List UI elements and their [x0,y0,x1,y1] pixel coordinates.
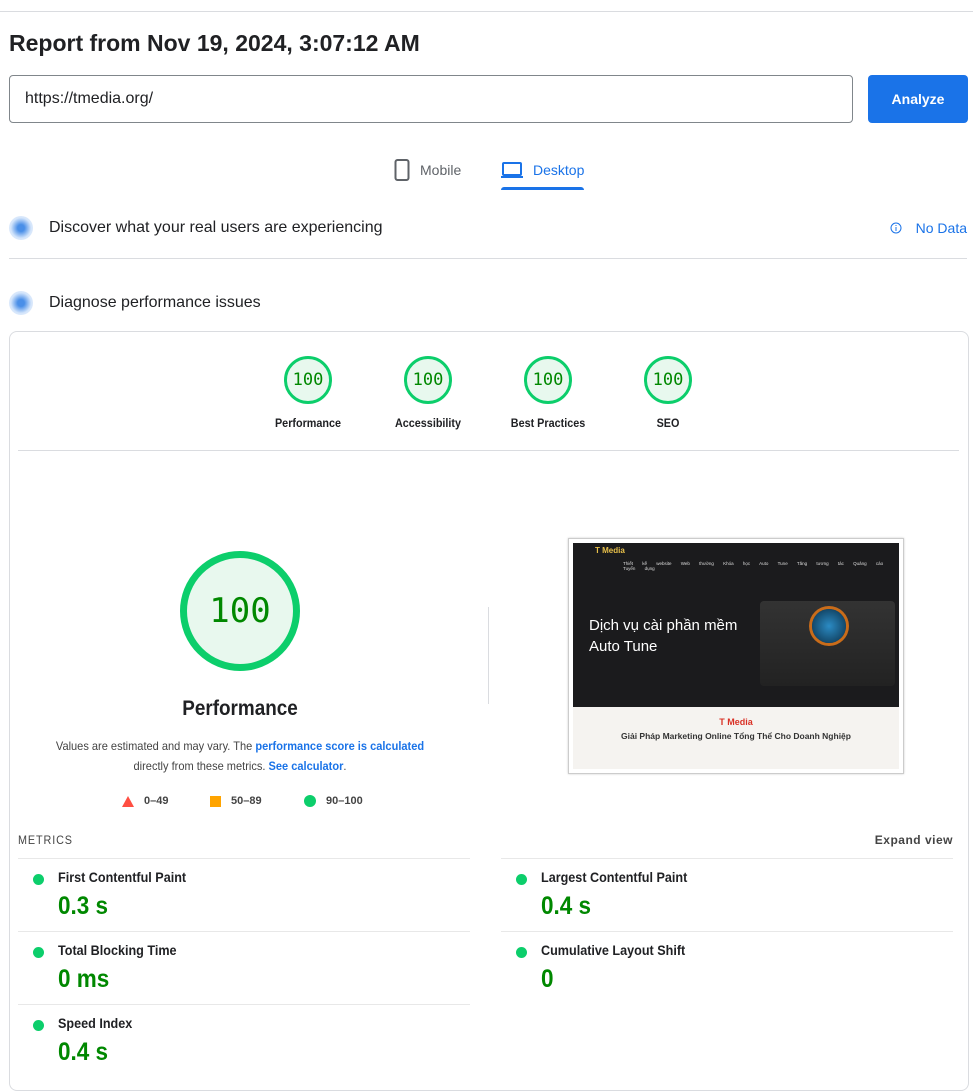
gauge-value: 100 [524,356,572,404]
tab-desktop[interactable]: Desktop [501,150,585,190]
pass-icon [516,947,527,958]
field-data-section[interactable]: Discover what your real users are experi… [9,216,382,240]
pass-icon [33,874,44,885]
performance-score-gauge: 100 [180,551,300,671]
legend-range: 0–49 [144,795,169,807]
legend-average: 50–89 [210,795,262,807]
gauge-label: Accessibility [394,416,462,430]
diagnose-icon [9,291,33,315]
metric-name: Speed Index [58,1015,133,1031]
metric-value: 0.4 s [541,892,592,920]
legend-range: 90–100 [326,795,363,807]
metric-name: Cumulative Layout Shift [541,942,686,958]
pass-icon [33,1020,44,1031]
score-calculated-link[interactable]: performance score is calculated [255,739,424,753]
no-data-status[interactable]: No Data [890,220,967,236]
expand-view-toggle[interactable]: Expand view [875,833,953,847]
metric-cls: Cumulative Layout Shift 0 [501,931,953,1004]
gauge-value: 100 [404,356,452,404]
metric-tbt: Total Blocking Time 0 ms [18,931,470,1004]
metric-value: 0 ms [58,965,110,993]
tab-label: Desktop [533,162,585,178]
gauge-value: 100 [284,356,332,404]
metric-lcp: Largest Contentful Paint 0.4 s [501,858,953,931]
square-icon [210,795,221,807]
score-gauge-accessibility[interactable]: 100 Accessibility [378,356,478,430]
metric-si: Speed Index 0.4 s [18,1004,470,1077]
score-gauge-performance[interactable]: 100 Performance [258,356,358,430]
performance-label: Performance [182,697,298,720]
note-text: directly from these metrics. [133,759,269,773]
info-icon [890,222,902,234]
score-note: Values are estimated and may vary. The p… [47,736,433,776]
screenshot-logo: T Media [595,546,625,555]
see-calculator-link[interactable]: See calculator [269,759,344,773]
gauge-label: SEO [656,416,680,430]
url-input[interactable] [9,75,853,123]
laptop-icon [501,162,523,178]
screenshot-nav: Thiết kế website Web thường Khóa học Aut… [623,561,884,571]
tab-mobile[interactable]: Mobile [394,150,461,190]
metrics-heading: METRICS [18,833,73,847]
gauge-label: Best Practices [510,416,586,430]
pass-icon [33,947,44,958]
page-screenshot[interactable]: T Media Thiết kế website Web thường Khóa… [568,538,904,774]
metric-name: Total Blocking Time [58,942,177,958]
lab-data-section: Diagnose performance issues [9,291,261,315]
score-gauge-seo[interactable]: 100 SEO [618,356,718,430]
legend-range: 50–89 [231,795,262,807]
section-title: Discover what your real users are experi… [49,219,383,236]
screenshot-heading: Dịch vụ cài phần mềm Auto Tune [589,617,738,655]
autotune-image [760,601,895,686]
gauge-value: 100 [644,356,692,404]
legend-fail: 0–49 [122,795,168,807]
circle-icon [304,795,316,807]
screenshot-hero: T Media Thiết kế website Web thường Khóa… [573,543,899,707]
status-text: No Data [915,220,967,236]
section-title: Diagnose performance issues [49,294,261,311]
divider [18,450,959,451]
top-divider [0,11,973,12]
legend-pass: 90–100 [304,795,363,807]
triangle-icon [122,795,134,807]
metric-name: First Contentful Paint [58,869,187,885]
tab-label: Mobile [420,162,462,178]
divider [488,607,489,704]
analyze-button[interactable]: Analyze [868,75,968,123]
pass-icon [516,874,527,885]
screenshot-lower: T Media Giải Pháp Marketing Online Tổng … [573,707,899,769]
phone-icon [394,159,410,181]
metric-value: 0.4 s [58,1038,109,1066]
metric-value: 0.3 s [58,892,109,920]
screenshot-brand: T Media [719,717,753,727]
score-gauge-best-practices[interactable]: 100 Best Practices [498,356,598,430]
metric-name: Largest Contentful Paint [541,869,688,885]
page-title: Report from Nov 19, 2024, 3:07:12 AM [9,30,420,56]
note-text: . [343,759,347,773]
gauge-label: Performance [274,416,342,430]
divider [9,258,967,259]
metric-fcp: First Contentful Paint 0.3 s [18,858,470,931]
screenshot-subtitle: Giải Pháp Marketing Online Tổng Thể Cho … [621,731,851,741]
users-icon [9,216,33,240]
note-text: Values are estimated and may vary. The [55,739,256,753]
metric-value: 0 [541,965,554,993]
